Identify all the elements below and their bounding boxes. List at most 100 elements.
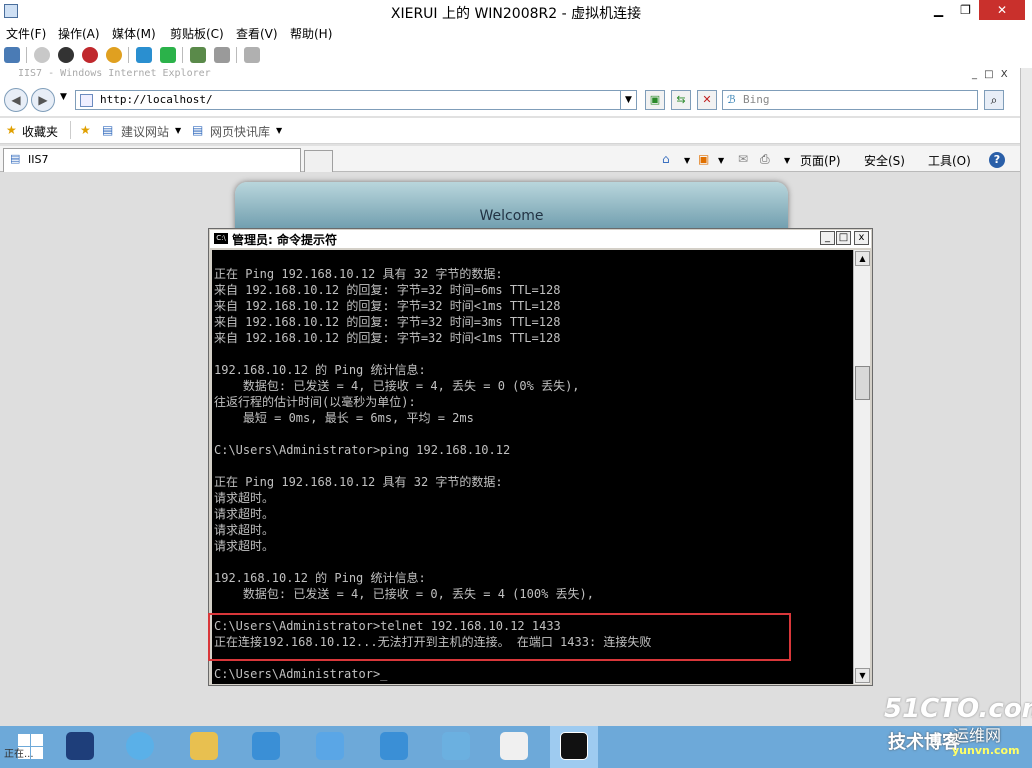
vm-toolbar: [0, 42, 1032, 68]
console-line: 来自 192.168.10.12 的回复: 字节=32 时间=3ms TTL=1…: [214, 315, 561, 329]
home-icon[interactable]: ⌂: [662, 152, 670, 166]
taskbar-notepad[interactable]: [306, 726, 354, 768]
close-button[interactable]: ✕: [979, 0, 1025, 20]
safety-menu[interactable]: 安全(S): [864, 152, 905, 169]
add-favorite-icon[interactable]: ★: [80, 123, 91, 137]
console-line: 数据包: 已发送 = 4, 已接收 = 0, 丢失 = 4 (100% 丢失),: [214, 587, 594, 601]
address-dropdown-icon[interactable]: ▼: [620, 91, 636, 109]
ie-scrollbar[interactable]: [1020, 68, 1032, 732]
menu-file[interactable]: 文件(F): [6, 25, 46, 42]
page-menu[interactable]: 页面(P): [800, 152, 841, 169]
suggested-sites-link[interactable]: 建议网站: [121, 123, 169, 140]
feeds-icon[interactable]: ▣: [698, 152, 709, 166]
ie-icon: [126, 732, 154, 760]
menu-view[interactable]: 查看(V): [236, 25, 278, 42]
console-line: 192.168.10.12 的 Ping 统计信息:: [214, 571, 426, 585]
menu-clipboard[interactable]: 剪贴板(C): [170, 25, 224, 42]
stop-icon[interactable]: ✕: [697, 90, 717, 110]
tab-iis7[interactable]: ▤ IIS7: [3, 148, 301, 172]
start-vm-icon[interactable]: [34, 47, 50, 63]
taskbar-building[interactable]: [432, 726, 480, 768]
back-button[interactable]: ◀: [4, 88, 28, 112]
menu-help[interactable]: 帮助(H): [290, 25, 332, 42]
ie-window-controls[interactable]: _ □ X: [972, 68, 1010, 82]
taskbar-cmd[interactable]: [550, 726, 598, 768]
forward-button[interactable]: ▶: [31, 88, 55, 112]
chevron-down-icon[interactable]: ▼: [276, 126, 282, 135]
console-line: 请求超时。: [214, 539, 275, 553]
app-icon: [252, 732, 280, 760]
page-icon: ▤: [102, 123, 114, 137]
vm-menu-bar: 文件(F) 操作(A) 媒体(M) 剪贴板(C) 查看(V) 帮助(H): [0, 22, 1032, 42]
chevron-down-icon[interactable]: ▼: [60, 92, 67, 102]
save-state-icon[interactable]: [106, 47, 122, 63]
taskbar-network[interactable]: [370, 726, 418, 768]
cmd-icon: [560, 732, 588, 760]
enhanced-session-icon[interactable]: [244, 47, 260, 63]
favorites-button[interactable]: 收藏夹: [22, 123, 58, 140]
watermark-site: 51CTO.com: [884, 694, 1032, 724]
refresh-icon[interactable]: ⇆: [671, 90, 691, 110]
taskbar-powershell[interactable]: [56, 726, 104, 768]
ie-window-title: IIS7 - Windows Internet Explorer: [18, 68, 211, 79]
bing-icon: ℬ: [727, 93, 736, 106]
taskbar-explorer[interactable]: [180, 726, 228, 768]
console-line: 正在 Ping 192.168.10.12 具有 32 字节的数据:: [214, 475, 503, 489]
help-icon[interactable]: ?: [989, 152, 1005, 168]
console-line: 请求超时。: [214, 523, 275, 537]
taskbar-app[interactable]: [242, 726, 290, 768]
print-icon[interactable]: ⎙: [760, 152, 770, 167]
page-icon: ▤: [192, 123, 204, 137]
search-placeholder: Bing: [743, 93, 770, 106]
revert-icon[interactable]: [214, 47, 230, 63]
building-icon: [442, 732, 470, 760]
cmd-title-bar: C:\ 管理员: 命令提示符: [210, 230, 871, 248]
chevron-down-icon[interactable]: ▼: [175, 126, 181, 135]
read-mail-icon[interactable]: ✉: [738, 152, 748, 166]
web-slice-link[interactable]: 网页快讯库: [210, 123, 270, 140]
cmd-icon: C:\: [214, 233, 228, 244]
pause-icon[interactable]: [136, 47, 152, 63]
search-button[interactable]: ⌕: [984, 90, 1004, 110]
tools-menu[interactable]: 工具(O): [928, 152, 971, 169]
scroll-up-icon[interactable]: ▲: [855, 251, 870, 266]
restore-button[interactable]: ❐: [952, 0, 979, 20]
network-icon: [380, 732, 408, 760]
menu-media[interactable]: 媒体(M): [112, 25, 156, 42]
ctrl-alt-del-icon[interactable]: [4, 47, 20, 63]
address-bar[interactable]: http://localhost/ ▼: [75, 90, 637, 110]
resume-icon[interactable]: [160, 47, 176, 63]
turn-off-icon[interactable]: [58, 47, 74, 63]
console-line: 数据包: 已发送 = 4, 已接收 = 4, 丢失 = 0 (0% 丢失),: [214, 379, 580, 393]
scroll-down-icon[interactable]: ▼: [855, 668, 870, 683]
powershell-icon: [66, 732, 94, 760]
favorites-bar: ★ 收藏夹 ★ ▤ 建议网站 ▼ ▤ 网页快讯库 ▼: [0, 118, 1020, 144]
toolbar-separator: [182, 47, 183, 63]
vm-title-bar: XIERUI 上的 WIN2008R2 - 虚拟机连接 ▁ ❐ ✕: [0, 0, 1032, 22]
console-line: 来自 192.168.10.12 的回复: 字节=32 时间=6ms TTL=1…: [214, 283, 561, 297]
compat-view-icon[interactable]: ▣: [645, 90, 665, 110]
chevron-down-icon[interactable]: ▼: [684, 156, 690, 165]
scroll-thumb[interactable]: [855, 366, 870, 400]
snapshot-icon[interactable]: [190, 47, 206, 63]
tab-title: IIS7: [28, 153, 49, 166]
cmd-minimize-button[interactable]: _: [820, 231, 835, 245]
cmd-close-button[interactable]: x: [854, 231, 869, 245]
explorer-icon: [190, 732, 218, 760]
chevron-down-icon[interactable]: ▼: [718, 156, 724, 165]
new-tab-button[interactable]: [304, 150, 333, 172]
menu-action[interactable]: 操作(A): [58, 25, 100, 42]
search-input[interactable]: ℬ Bing: [722, 90, 978, 110]
shutdown-icon[interactable]: [82, 47, 98, 63]
cmd-scrollbar[interactable]: ▲ ▼: [853, 250, 870, 684]
chevron-down-icon[interactable]: ▼: [784, 156, 790, 165]
console-line: 请求超时。: [214, 507, 275, 521]
taskbar-server-manager[interactable]: [490, 726, 538, 768]
cmd-maximize-button[interactable]: □: [836, 231, 851, 245]
taskbar-ie[interactable]: [116, 726, 164, 768]
cmd-window-title: 管理员: 命令提示符: [232, 233, 337, 247]
console-line: 正在 Ping 192.168.10.12 具有 32 字节的数据:: [214, 267, 503, 281]
minimize-button[interactable]: ▁: [925, 0, 952, 20]
